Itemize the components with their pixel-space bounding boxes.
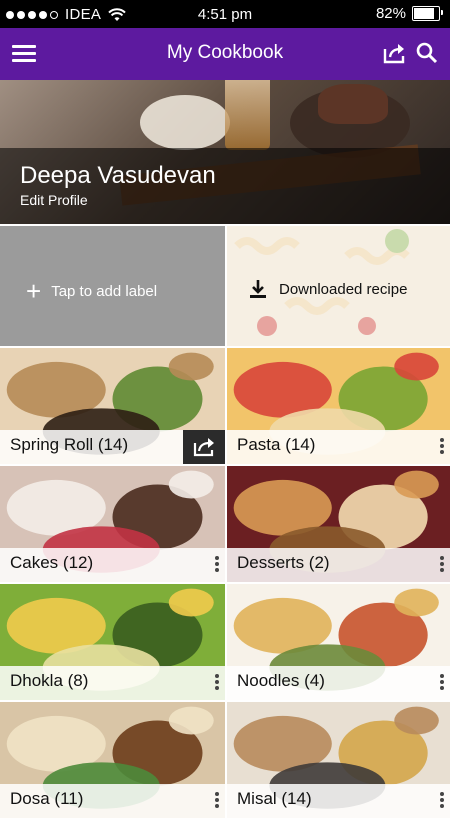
add-label-tile[interactable]: + Tap to add label [0, 226, 225, 346]
category-tile[interactable]: Noodles (4) [227, 584, 450, 700]
category-tile[interactable]: Spring Roll (14) [0, 348, 225, 464]
add-label-text: Tap to add label [51, 282, 158, 300]
more-vert-icon[interactable] [440, 674, 444, 690]
more-vert-icon[interactable] [215, 556, 219, 572]
battery-percent: 82% [375, 5, 406, 22]
category-tile[interactable]: Dhokla (8) [0, 584, 225, 700]
share-icon[interactable] [382, 40, 408, 66]
cream-image [140, 95, 230, 150]
battery-fill [414, 8, 434, 19]
more-vert-icon[interactable] [440, 438, 444, 454]
more-vert-icon[interactable] [440, 556, 444, 572]
category-label: Desserts (2) [237, 553, 330, 572]
category-label: Misal (14) [237, 789, 312, 808]
category-label: Pasta (14) [237, 435, 316, 454]
more-vert-icon[interactable] [440, 792, 444, 808]
category-tile[interactable]: Cakes (12) [0, 466, 225, 582]
search-icon[interactable] [414, 40, 440, 66]
downloaded-recipe-tile[interactable]: Downloaded recipe [227, 226, 450, 346]
category-label: Dhokla (8) [10, 671, 89, 690]
category-tile[interactable]: Misal (14) [227, 702, 450, 818]
downloaded-recipe-button[interactable]: Downloaded recipe [247, 278, 407, 300]
add-label-button[interactable]: + Tap to add label [26, 278, 157, 304]
glass-image [225, 80, 270, 150]
category-label: Spring Roll (14) [10, 435, 129, 454]
more-vert-icon[interactable] [215, 792, 219, 808]
category-tile[interactable]: Desserts (2) [227, 466, 450, 582]
plus-icon: + [26, 276, 42, 306]
cake-image [318, 84, 388, 124]
status-bar: IDEA 4:51 pm 82% [0, 0, 450, 28]
category-tile[interactable]: Dosa (11) [0, 702, 225, 818]
edit-profile-link[interactable]: Edit Profile [20, 192, 88, 208]
battery-icon [412, 6, 443, 21]
download-icon [250, 280, 266, 298]
category-label: Dosa (11) [10, 789, 84, 808]
more-vert-icon[interactable] [215, 674, 219, 690]
category-label: Cakes (12) [10, 553, 94, 572]
app-bar: My Cookbook [0, 28, 450, 80]
profile-name: Deepa Vasudevan [20, 162, 216, 189]
downloaded-recipe-text: Downloaded recipe [279, 280, 408, 298]
share-icon[interactable] [183, 430, 225, 464]
category-label: Noodles (4) [237, 671, 325, 690]
battery-status: 82% [375, 5, 443, 22]
category-tile[interactable]: Pasta (14) [227, 348, 450, 464]
